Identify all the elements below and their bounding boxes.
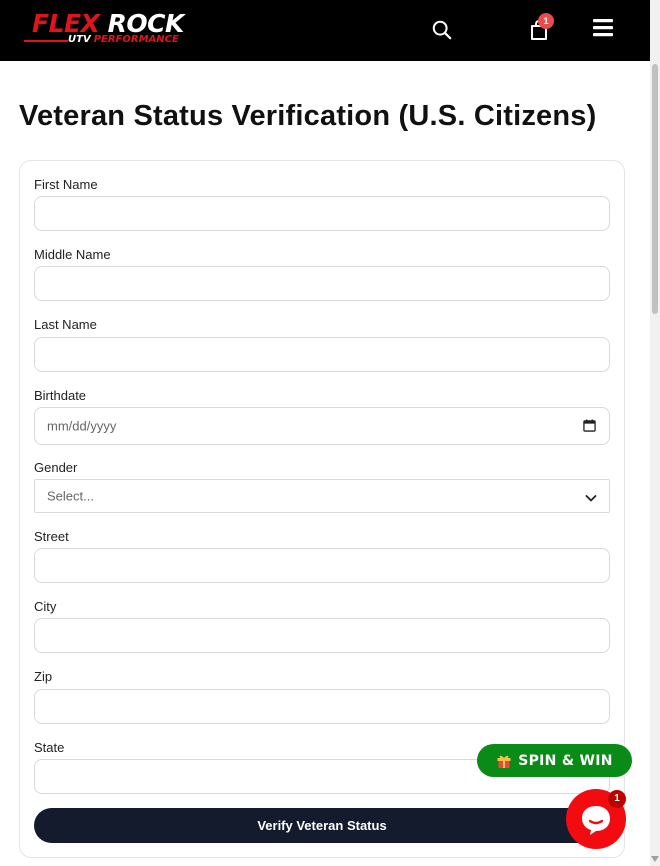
hamburger-menu-icon <box>593 19 613 37</box>
spin-and-win-label: SPIN & WIN <box>518 752 613 769</box>
street-label: Street <box>34 529 69 544</box>
scroll-down-arrow[interactable] <box>651 856 659 862</box>
page: FLEX ROCK UTV PERFORMANCE 1 Veteran Statu… <box>0 0 660 866</box>
zip-input[interactable] <box>34 689 610 724</box>
middle-name-label: Middle Name <box>34 247 111 262</box>
cart-count-badge: 1 <box>538 13 554 29</box>
gift-icon <box>497 755 511 768</box>
chat-notification-badge: 1 <box>608 790 626 808</box>
search-icon <box>432 20 452 40</box>
logo-subline: UTV PERFORMANCE <box>68 34 179 45</box>
state-label: State <box>34 740 65 755</box>
menu-button[interactable] <box>590 17 616 41</box>
site-header: FLEX ROCK UTV PERFORMANCE 1 <box>0 0 650 61</box>
chevron-down-icon <box>585 495 597 502</box>
verify-veteran-status-button[interactable]: Verify Veteran Status <box>34 808 610 843</box>
birthdate-placeholder: mm/dd/yyyy <box>47 418 117 434</box>
middle-name-input[interactable] <box>34 266 610 301</box>
gender-select[interactable]: Select... <box>34 479 610 513</box>
gender-selected-value: Select... <box>47 488 94 504</box>
search-button[interactable] <box>430 19 454 43</box>
spin-and-win-button[interactable]: SPIN & WIN <box>477 744 632 777</box>
last-name-input[interactable] <box>34 337 610 372</box>
street-input[interactable] <box>34 548 610 583</box>
city-input[interactable] <box>34 618 610 653</box>
flex-rock-logo[interactable]: FLEX ROCK UTV PERFORMANCE <box>24 10 196 48</box>
birthdate-label: Birthdate <box>34 388 87 403</box>
logo-swoosh <box>24 40 68 42</box>
city-label: City <box>34 599 57 614</box>
birthdate-input[interactable]: mm/dd/yyyy <box>34 407 610 445</box>
calendar-icon[interactable] <box>583 419 596 432</box>
zip-label: Zip <box>34 669 53 684</box>
scrollbar-thumb[interactable] <box>652 64 658 314</box>
first-name-label: First Name <box>34 177 98 192</box>
page-title: Veteran Status Verification (U.S. Citize… <box>19 100 597 132</box>
gender-label: Gender <box>34 460 78 475</box>
last-name-label: Last Name <box>34 317 97 332</box>
first-name-input[interactable] <box>34 196 610 231</box>
